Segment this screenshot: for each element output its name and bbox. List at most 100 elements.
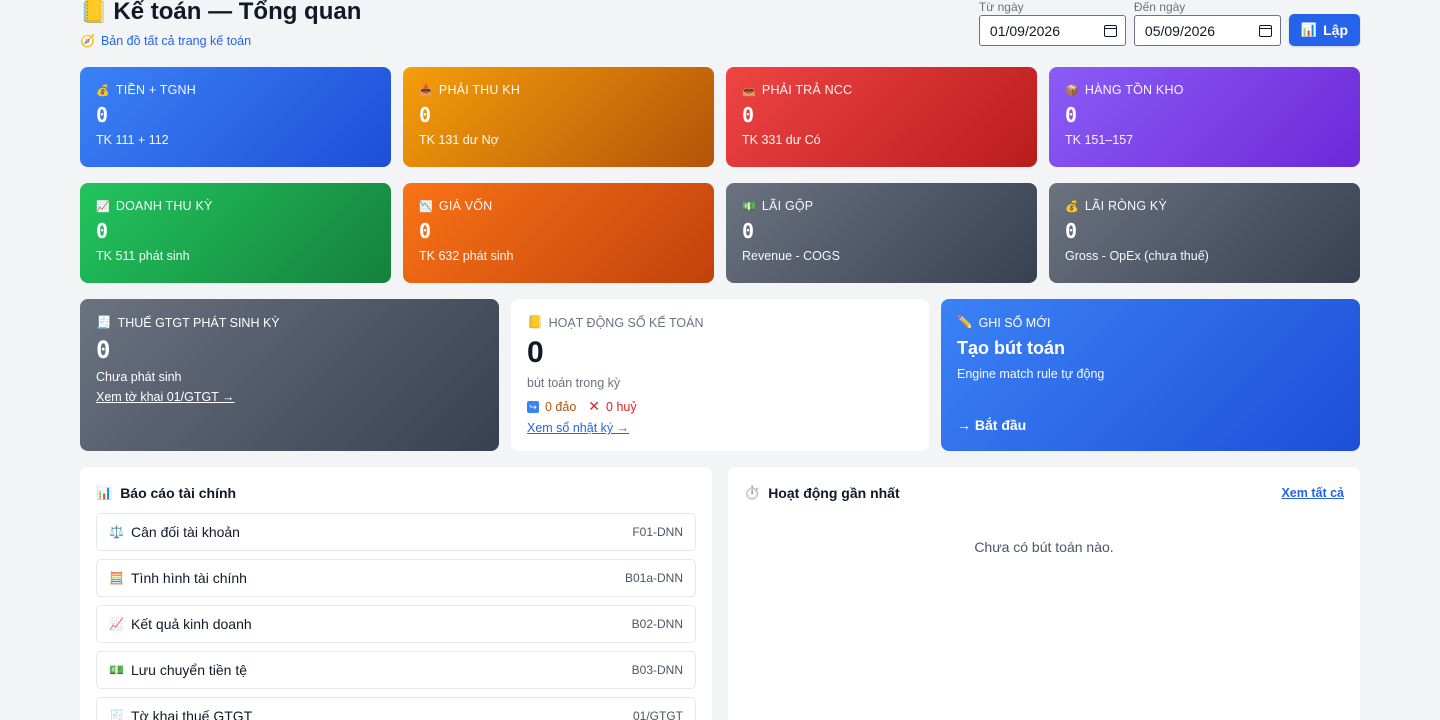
cross-icon: ✕	[588, 398, 601, 414]
reports-title-text: Báo cáo tài chính	[120, 485, 237, 501]
from-date-input[interactable]: 01/09/2026	[978, 15, 1126, 46]
report-item-label: Lưu chuyển tiền tệ	[131, 662, 248, 678]
kpi-label-text: PHẢI TRẢ NCC	[761, 83, 853, 97]
kpi-value: 0	[1065, 103, 1078, 127]
to-date-value: 05/09/2026	[1144, 22, 1215, 39]
entry-count-sub: bút toán trong kỳ	[527, 376, 621, 390]
scales-icon: ⚖️	[109, 525, 124, 539]
activity-label-text: HOẠT ĐỘNG SỔ KẾ TOÁN	[548, 315, 704, 330]
vat-label-text: THUẾ GTGT PHÁT SINH KỲ	[117, 315, 280, 330]
kpi-sub: TK 131 dư Nợ	[419, 133, 499, 147]
pencil-icon: ✏️	[957, 315, 973, 329]
cancelled-stat: ✕ 0 huỷ	[588, 398, 636, 415]
date-filter: Từ ngày 01/09/2026 Đến ngày 05/09/2026 📊…	[978, 0, 1360, 46]
to-date-field: Đến ngày 05/09/2026	[1133, 0, 1281, 46]
report-item-code: 01/GTGT	[632, 709, 683, 720]
report-item-left: 📈 Kết quả kinh doanh	[109, 616, 252, 632]
kpi-card-gross-profit[interactable]: 💵 LÃI GỘP 0 Revenue - COGS	[726, 183, 1037, 283]
from-date-label: Từ ngày	[978, 0, 1024, 14]
report-item-left: 🧮 Tình hình tài chính	[109, 570, 247, 586]
see-all-link[interactable]: Xem tất cả	[1281, 486, 1344, 500]
kpi-sub: TK 632 phát sinh	[419, 249, 514, 263]
from-date-field: Từ ngày 01/09/2026	[978, 0, 1126, 46]
banknote-icon: 💵	[742, 200, 756, 213]
kpi-sub: TK 331 dư Có	[742, 133, 821, 147]
kpi-grid: 💰 TIỀN + TGNH 0 TK 111 + 112 📥 PHẢI THU KH…	[80, 67, 1360, 283]
report-item-income-statement[interactable]: 📈 Kết quả kinh doanh B02-DNN	[96, 605, 696, 643]
kpi-card-revenue[interactable]: 📈 DOANH THU KỲ 0 TK 511 phát sinh	[80, 183, 391, 283]
page-title: 📒 Kế toán — Tổng quan	[80, 0, 361, 26]
kpi-card-net-profit[interactable]: 💰 LÃI RÒNG KỲ 0 Gross - OpEx (chưa thuế)	[1049, 183, 1360, 283]
kpi-label-text: GIÁ VỐN	[438, 199, 493, 213]
money-bag-icon: 💰	[96, 84, 110, 97]
vat-label: 🧾 THUẾ GTGT PHÁT SINH KỲ	[96, 315, 483, 330]
kpi-sub: TK 151–157	[1065, 133, 1134, 147]
accounting-map-link[interactable]: 🧭 Bản đồ tất cả trang kế toán	[80, 34, 251, 48]
kpi-card-cash[interactable]: 💰 TIỀN + TGNH 0 TK 111 + 112	[80, 67, 391, 167]
kpi-card-cogs[interactable]: 📉 GIÁ VỐN 0 TK 632 phát sinh	[403, 183, 714, 283]
kpi-value: 0	[419, 103, 432, 127]
to-date-input[interactable]: 05/09/2026	[1133, 15, 1281, 46]
kpi-sub: Gross - OpEx (chưa thuế)	[1065, 249, 1209, 263]
calendar-icon[interactable]	[1258, 24, 1272, 37]
kpi-value: 0	[742, 103, 755, 127]
chart-up-icon: 📈	[109, 617, 124, 631]
kpi-label-text: HÀNG TỒN KHO	[1084, 83, 1184, 97]
kpi-card-payables[interactable]: 📤 PHẢI TRẢ NCC 0 TK 331 dư Có	[726, 67, 1037, 167]
recent-title: ⏱️ Hoạt động gần nhất	[744, 483, 900, 503]
kpi-label: 📥 PHẢI THU KH	[419, 83, 698, 97]
bar-chart-icon: 📊	[1300, 22, 1318, 37]
kpi-label-text: LÃI RÒNG KỲ	[1084, 199, 1167, 213]
new-entry-label-text: GHI SỔ MỚI	[978, 315, 1051, 330]
new-entry-title: Tạo bút toán	[957, 338, 1065, 358]
report-item-financial-position[interactable]: 🧮 Tình hình tài chính B01a-DNN	[96, 559, 696, 597]
generate-button-label: Lập	[1323, 22, 1348, 38]
calendar-icon[interactable]	[1103, 24, 1117, 37]
new-entry-card[interactable]: ✏️ GHI SỔ MỚI Tạo bút toán Engine match r…	[941, 299, 1360, 451]
report-item-code: B01a-DNN	[624, 571, 683, 585]
kpi-sub: TK 511 phát sinh	[96, 249, 190, 263]
recent-header: ⏱️ Hoạt động gần nhất Xem tất cả	[744, 483, 1344, 503]
kpi-value: 0	[96, 103, 109, 127]
empty-state: Chưa có bút toán nào.	[974, 539, 1114, 555]
kpi-label-text: TIỀN + TGNH	[115, 83, 197, 97]
reversed-stat: ↪ 0 đảo	[527, 400, 576, 414]
report-item-left: ⚖️ Cân đối tài khoản	[109, 524, 240, 540]
report-item-label: Tờ khai thuế GTGT	[131, 708, 253, 720]
compass-icon: 🧭	[80, 34, 95, 48]
generate-button[interactable]: 📊 Lập	[1288, 14, 1360, 46]
accounting-map-link-text: Bản đồ tất cả trang kế toán	[100, 34, 252, 48]
ledger-icon: 📒	[527, 315, 543, 329]
bar-chart-icon: 📊	[96, 485, 113, 500]
page-header: 📒 Kế toán — Tổng quan 🧭 Bản đồ tất cả tr…	[80, 0, 1360, 58]
receipt-icon: 🧾	[109, 709, 124, 720]
start-button[interactable]: → Bắt đầu	[957, 417, 1026, 433]
kpi-label: 💵 LÃI GỘP	[742, 199, 1021, 213]
entry-stats: ↪ 0 đảo ✕ 0 huỷ	[527, 398, 913, 415]
kpi-sub: TK 111 + 112	[96, 133, 169, 147]
kpi-card-receivables[interactable]: 📥 PHẢI THU KH 0 TK 131 dư Nợ	[403, 67, 714, 167]
report-item-label: Cân đối tài khoản	[131, 524, 240, 540]
kpi-value: 0	[419, 219, 432, 243]
from-date-value: 01/09/2026	[989, 22, 1060, 39]
accounting-overview-page: 📒 Kế toán — Tổng quan 🧭 Bản đồ tất cả tr…	[80, 0, 1360, 720]
receipt-icon: 🧾	[96, 315, 112, 329]
outbox-tray-icon: 📤	[742, 84, 756, 97]
report-item-cash-flow[interactable]: 💵 Lưu chuyển tiền tệ B03-DNN	[96, 651, 696, 689]
reversed-count: 0 đảo	[545, 399, 577, 414]
kpi-card-inventory[interactable]: 📦 HÀNG TỒN KHO 0 TK 151–157	[1049, 67, 1360, 167]
kpi-sub: Revenue - COGS	[742, 249, 840, 263]
view-journal-link[interactable]: Xem sổ nhật ký →	[527, 421, 629, 435]
view-vat-return-link[interactable]: Xem tờ khai 01/GTGT →	[96, 390, 235, 404]
kpi-label: 📤 PHẢI TRẢ NCC	[742, 83, 1021, 97]
activity-label: 📒 HOẠT ĐỘNG SỔ KẾ TOÁN	[527, 315, 913, 330]
kpi-label: 📦 HÀNG TỒN KHO	[1065, 83, 1344, 97]
report-item-code: F01-DNN	[632, 525, 683, 539]
recent-title-text: Hoạt động gần nhất	[768, 485, 900, 501]
report-item-trial-balance[interactable]: ⚖️ Cân đối tài khoản F01-DNN	[96, 513, 696, 551]
kpi-value: 0	[742, 219, 755, 243]
page-title-text: Kế toán — Tổng quan	[113, 0, 362, 25]
package-icon: 📦	[1065, 84, 1079, 97]
entry-count: 0	[527, 336, 544, 369]
report-item-vat-return[interactable]: 🧾 Tờ khai thuế GTGT 01/GTGT	[96, 697, 696, 720]
